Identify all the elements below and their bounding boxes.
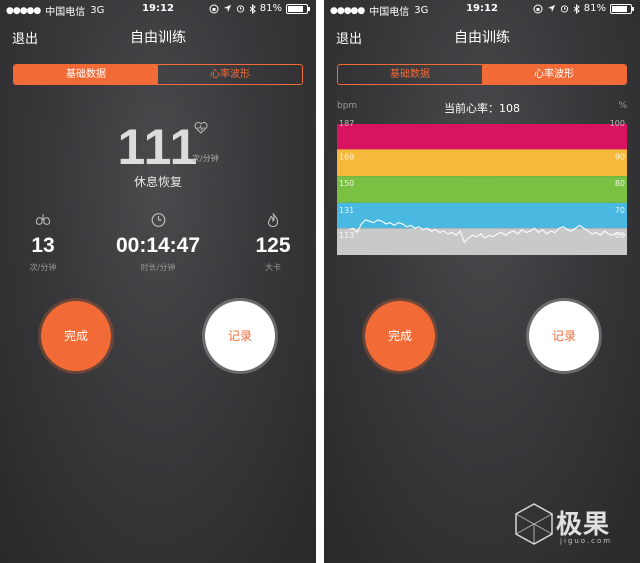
page-title: 自由训练 [454,30,510,46]
heart-rate-display: 111 [0,118,316,176]
heart-rate-chart: 187169150131113941009080706050 [337,117,627,256]
breath-rate-unit: 次/分钟 [29,263,57,272]
finish-button[interactable]: 完成 [365,301,435,371]
duration-metric: 00:14:47 时长/分钟 [113,212,203,273]
breath-rate-value: 13 [31,234,55,257]
battery-percent: 81% [259,3,282,14]
watermark-text: 极果 [556,510,611,540]
clock-icon [151,213,165,227]
record-button[interactable]: 记录 [205,301,275,371]
percent-axis-label: % [618,101,627,111]
calories-value: 125 [255,234,291,257]
bluetooth-icon [573,3,580,14]
watermark-logo-icon [515,503,553,545]
alarm-icon [236,5,244,13]
watermark-sub: jiguo.com [560,537,613,545]
breath-rate-metric: 13 次/分钟 [0,212,88,273]
current-heart-rate: 当前心率：108 [444,102,520,115]
tab-switcher: 基础数据 心率波形 [337,64,627,85]
heart-rate-unit: 次/分钟 [192,154,219,163]
heart-rate-zone-band [337,202,627,229]
tab-basic-data[interactable]: 基础数据 [14,65,158,84]
location-icon [547,4,555,13]
calories-unit: 大卡 [265,263,281,272]
heart-rate-zone-band [337,228,627,255]
battery-icon [610,3,634,14]
y-left-tick-label: 187 [339,119,354,128]
bluetooth-icon [249,3,256,14]
lock-rotation-icon [209,4,219,13]
y-right-tick-label: 90 [615,152,625,161]
heart-pulse-icon [194,122,208,134]
flame-icon [267,213,279,228]
heart-rate-zone-band [337,124,627,150]
y-left-tick-label: 150 [339,179,354,188]
nav-bar: 退出 自由训练 [324,24,640,47]
battery-percent: 81% [583,3,606,14]
training-state: 休息恢复 [133,175,182,189]
alarm-icon [560,5,568,13]
lungs-icon [35,214,51,225]
status-bar: ●●●●● 中国电信 3G 19:12 81% [324,0,640,18]
y-left-tick-label: 131 [339,206,354,215]
heart-rate-zone-band [337,176,627,203]
tab-heart-rate-wave[interactable]: 心率波形 [482,65,626,84]
record-button[interactable]: 记录 [529,301,599,371]
y-left-tick-label: 169 [339,152,354,161]
y-right-tick-label: 70 [615,206,625,215]
watermark: 极果 jiguo.com [514,502,630,552]
duration-value: 00:14:47 [115,234,201,257]
nav-bar: 退出 自由训练 [0,24,316,47]
page-title: 自由训练 [130,30,186,46]
battery-icon [286,3,310,14]
duration-unit: 时长/分钟 [140,263,176,272]
tab-heart-rate-wave[interactable]: 心率波形 [158,65,302,84]
heart-rate-value: 111 [117,119,199,175]
tab-switcher: 基础数据 心率波形 [13,64,303,85]
screen-basic-data: ●●●●● 中国电信 3G 19:12 81% 退出 自由训练 基础数据 心率波… [0,0,316,563]
y-left-tick-label: 113 [339,231,354,240]
screen-heart-rate-wave: ●●●●● 中国电信 3G 19:12 81% 退出 自由训练 基础数据 心率波… [324,0,640,563]
finish-button[interactable]: 完成 [41,301,111,371]
heart-rate-chart-svg: 187169150131113941009080706050 [337,119,627,255]
tab-basic-data[interactable]: 基础数据 [338,65,482,84]
y-right-tick-label: 100 [610,119,625,128]
calories-metric: 125 大卡 [228,212,316,273]
status-bar: ●●●●● 中国电信 3G 19:12 81% [0,0,316,18]
location-icon [223,4,231,13]
lock-rotation-icon [533,4,543,13]
y-right-tick-label: 80 [615,179,625,188]
heart-rate-zone-band [337,149,627,177]
